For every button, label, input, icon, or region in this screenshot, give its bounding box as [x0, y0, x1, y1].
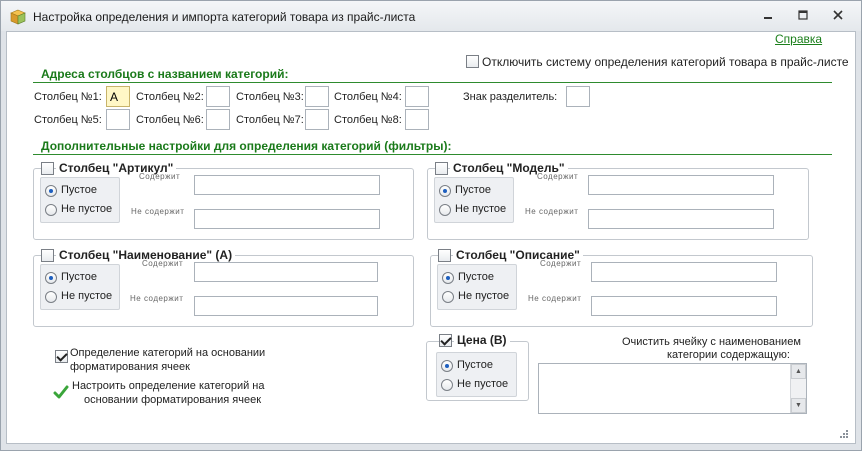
name-contains-input[interactable] — [194, 262, 378, 282]
addresses-title: Адреса столбцов с названием категорий: — [41, 67, 289, 81]
model-contains-label: Содержит — [537, 172, 579, 181]
description-contains-input[interactable] — [591, 262, 777, 282]
description-not-contains-label: Не содержит — [528, 294, 582, 303]
name-empty-label: Пустое — [61, 271, 97, 283]
price-not-empty-label: Не пустое — [457, 378, 509, 390]
filters-divider — [33, 154, 832, 155]
price-empty-radio[interactable] — [441, 360, 453, 372]
article-empty-radio[interactable] — [45, 185, 57, 197]
clear-cell-label-line2: категории содержащую: — [667, 349, 790, 361]
model-contains-input[interactable] — [588, 175, 774, 195]
description-not-contains-input[interactable] — [591, 296, 777, 316]
close-button[interactable] — [825, 7, 851, 25]
article-contains-input[interactable] — [194, 175, 380, 195]
column4-input[interactable] — [405, 86, 429, 107]
price-radio-panel: Пустое Не пустое — [436, 352, 517, 397]
description-contains-label: Содержит — [540, 259, 582, 268]
column6-input[interactable] — [206, 109, 230, 130]
clear-cell-scrollbar[interactable]: ▲ ▼ — [790, 364, 806, 413]
model-not-empty-radio[interactable] — [439, 204, 451, 216]
minimize-button[interactable] — [755, 7, 781, 25]
filters-title: Дополнительные настройки для определения… — [41, 139, 452, 153]
model-not-empty-label: Не пустое — [455, 203, 507, 215]
green-checkmark-icon[interactable] — [53, 384, 69, 400]
format-detection-label-line1: Определение категорий на основании — [70, 347, 266, 359]
configure-format-label-line1[interactable]: Настроить определение категорий на — [72, 380, 264, 392]
column1-input[interactable] — [106, 86, 130, 107]
article-empty-label: Пустое — [61, 184, 97, 196]
model-not-contains-label: Не содержит — [525, 207, 579, 216]
price-not-empty-radio[interactable] — [441, 379, 453, 391]
column5-label: Столбец №5: — [34, 114, 102, 126]
clear-cell-textarea[interactable]: ▲ ▼ — [538, 363, 807, 414]
article-not-empty-label: Не пустое — [61, 203, 113, 215]
column3-input[interactable] — [305, 86, 329, 107]
scroll-down-icon[interactable]: ▼ — [791, 398, 806, 413]
configure-format-label-line2[interactable]: основании форматирования ячеек — [84, 394, 261, 406]
model-empty-radio[interactable] — [439, 185, 451, 197]
price-empty-label: Пустое — [457, 359, 493, 371]
column6-label: Столбец №6: — [136, 114, 204, 126]
model-radio-panel: Пустое Не пустое — [434, 177, 514, 223]
separator-label: Знак разделитель: — [463, 91, 558, 103]
column1-label: Столбец №1: — [34, 91, 102, 103]
price-filter-checkbox[interactable] — [439, 334, 452, 347]
title-bar: Настройка определения и импорта категори… — [1, 1, 861, 31]
app-box-icon — [10, 9, 26, 25]
article-filter-checkbox[interactable] — [41, 162, 54, 175]
description-empty-label: Пустое — [458, 271, 494, 283]
column2-input[interactable] — [206, 86, 230, 107]
column2-label: Столбец №2: — [136, 91, 204, 103]
disable-system-checkbox[interactable] — [466, 55, 479, 68]
article-not-contains-input[interactable] — [194, 209, 380, 229]
article-contains-label: Содержит — [139, 172, 181, 181]
name-not-empty-radio[interactable] — [45, 291, 57, 303]
format-detection-label-line2: форматирования ячеек — [70, 361, 190, 373]
help-link[interactable]: Справка — [775, 32, 822, 46]
model-not-contains-input[interactable] — [588, 209, 774, 229]
name-contains-label: Содержит — [142, 259, 184, 268]
separator-input[interactable] — [566, 86, 590, 107]
addresses-divider — [33, 82, 832, 83]
dialog-content: Справка Отключить систему определения ка… — [6, 31, 856, 444]
model-filter-checkbox[interactable] — [435, 162, 448, 175]
window-title: Настройка определения и импорта категори… — [33, 10, 416, 24]
article-radio-panel: Пустое Не пустое — [40, 177, 120, 223]
column7-label: Столбец №7: — [236, 114, 304, 126]
column3-label: Столбец №3: — [236, 91, 304, 103]
description-filter-checkbox[interactable] — [438, 249, 451, 262]
name-not-empty-label: Не пустое — [61, 290, 113, 302]
resize-grip-icon[interactable] — [839, 429, 849, 439]
column8-label: Столбец №8: — [334, 114, 402, 126]
format-detection-checkbox[interactable] — [55, 350, 68, 363]
model-filter-group: Столбец "Модель" Пустое Не пустое Содерж… — [427, 161, 809, 240]
maximize-button[interactable] — [790, 7, 816, 25]
scroll-up-icon[interactable]: ▲ — [791, 364, 806, 379]
name-filter-group: Столбец "Наименование" (A) Пустое Не пус… — [33, 248, 414, 327]
model-empty-label: Пустое — [455, 184, 491, 196]
description-not-empty-radio[interactable] — [442, 291, 454, 303]
disable-system-label: Отключить систему определения категорий … — [482, 55, 849, 69]
article-filter-group: Столбец "Артикул" Пустое Не пустое Содер… — [33, 161, 414, 240]
column8-input[interactable] — [405, 109, 429, 130]
name-not-contains-input[interactable] — [194, 296, 378, 316]
name-not-contains-label: Не содержит — [130, 294, 184, 303]
name-radio-panel: Пустое Не пустое — [40, 264, 120, 310]
name-empty-radio[interactable] — [45, 272, 57, 284]
column7-input[interactable] — [305, 109, 329, 130]
description-radio-panel: Пустое Не пустое — [437, 264, 517, 310]
description-filter-group: Столбец "Описание" Пустое Не пустое Соде… — [430, 248, 813, 327]
name-filter-checkbox[interactable] — [41, 249, 54, 262]
article-not-contains-label: Не содержит — [131, 207, 185, 216]
description-not-empty-label: Не пустое — [458, 290, 510, 302]
clear-cell-label-line1: Очистить ячейку с наименованием — [622, 336, 801, 348]
description-empty-radio[interactable] — [442, 272, 454, 284]
price-filter-group: Цена (B) Пустое Не пустое — [426, 333, 529, 401]
column5-input[interactable] — [106, 109, 130, 130]
main-window: Настройка определения и импорта категори… — [0, 0, 862, 451]
price-filter-title: Цена (B) — [454, 333, 510, 347]
article-not-empty-radio[interactable] — [45, 204, 57, 216]
column4-label: Столбец №4: — [334, 91, 402, 103]
